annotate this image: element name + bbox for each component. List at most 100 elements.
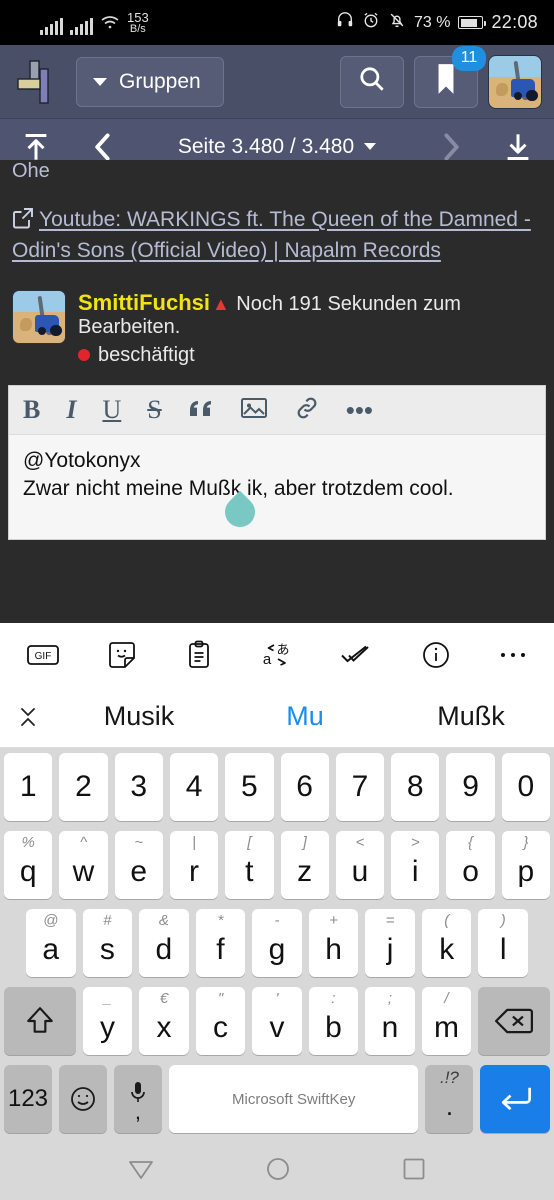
key-i-label: i [411, 855, 419, 888]
translate-icon[interactable]: a あ [260, 640, 292, 670]
space-key[interactable]: Microsoft SwiftKey [168, 1065, 419, 1133]
close-predictions-icon[interactable] [0, 704, 56, 730]
battery-icon [458, 16, 487, 29]
key-h-sub: + [329, 912, 338, 929]
search-button[interactable] [340, 55, 404, 108]
key-2[interactable]: 2 [59, 753, 108, 821]
clipboard-icon[interactable] [185, 640, 213, 670]
enter-key[interactable] [480, 1065, 551, 1133]
underline-button[interactable]: U [102, 396, 121, 423]
key-d[interactable]: & d [139, 909, 189, 977]
italic-button[interactable]: I [66, 396, 76, 423]
key-z[interactable]: ] z [280, 831, 329, 899]
key-5[interactable]: 5 [225, 753, 274, 821]
key-v[interactable]: ' v [252, 987, 302, 1055]
key-7[interactable]: 7 [335, 753, 385, 821]
key-r[interactable]: | r [169, 831, 219, 899]
key-w-label: w [72, 855, 95, 888]
key-s[interactable]: # s [82, 909, 133, 977]
numbers-key[interactable]: 123 [4, 1065, 52, 1133]
post-username[interactable]: SmittiFuchsi [78, 290, 210, 315]
key-g[interactable]: -g [252, 909, 302, 977]
presence-label: beschäftigt [98, 343, 195, 366]
key-i[interactable]: > i [391, 831, 440, 899]
svg-text:GIF: GIF [35, 651, 52, 662]
key-v-sub: ' [275, 990, 279, 1007]
key-b[interactable]: :b [308, 987, 359, 1055]
key-k[interactable]: (k [421, 909, 472, 977]
key-e-label: e [130, 855, 148, 888]
key-q[interactable]: % q [4, 831, 53, 899]
home-circle-icon[interactable] [265, 1156, 291, 1187]
key-j[interactable]: = j [365, 909, 415, 977]
key-4[interactable]: 4 [169, 753, 219, 821]
youtube-link[interactable]: Youtube: WARKINGS ft. The Queen of the D… [0, 178, 554, 276]
key-6[interactable]: 6 [280, 753, 329, 821]
key-t[interactable]: [t [225, 831, 274, 899]
key-l[interactable]: ) l [478, 909, 529, 977]
microphone-key[interactable]: , [113, 1065, 162, 1133]
key-w[interactable]: ^ w [59, 831, 108, 899]
thread-content: Ohe Youtube: WARKINGS ft. The Queen of t… [0, 160, 554, 540]
bookmark-icon [435, 63, 457, 100]
key-g-label: g [268, 933, 286, 966]
key-n-sub: ; [387, 990, 393, 1007]
back-triangle-icon[interactable] [127, 1156, 155, 1187]
key-c[interactable]: " c [195, 987, 246, 1055]
app-header: Gruppen 11 [0, 45, 554, 118]
headphones-icon [336, 11, 354, 34]
data-rate-unit: B/s [129, 22, 146, 35]
prev-page-button[interactable] [72, 132, 134, 162]
info-icon[interactable] [421, 640, 451, 670]
page-indicator[interactable]: Seite 3.480 / 3.480 [134, 135, 420, 159]
prediction-2[interactable]: Mußk [388, 701, 554, 732]
alarm-icon [362, 11, 380, 34]
key-n[interactable]: ; n [365, 987, 415, 1055]
spellcheck-icon[interactable] [339, 642, 373, 668]
quote-button[interactable] [188, 396, 214, 424]
key-8[interactable]: 8 [391, 753, 440, 821]
key-0[interactable]: 0 [501, 753, 550, 821]
scroll-to-bottom-button[interactable] [482, 132, 554, 162]
key-u[interactable]: < u [335, 831, 385, 899]
more-icon[interactable] [498, 649, 528, 661]
punctuation-key[interactable]: .!? . [425, 1065, 474, 1133]
key-e[interactable]: ~ e [114, 831, 163, 899]
more-format-button[interactable]: ••• [346, 397, 373, 423]
key-a[interactable]: @ a [25, 909, 76, 977]
key-z-sub: ] [302, 834, 307, 851]
shift-key[interactable] [3, 987, 76, 1055]
prediction-1[interactable]: Mu [222, 701, 388, 732]
post-avatar[interactable] [12, 289, 66, 344]
backspace-key[interactable] [478, 987, 551, 1055]
bold-button[interactable]: B [23, 396, 40, 423]
gif-icon[interactable]: GIF [26, 641, 60, 669]
key-y[interactable]: _ y [82, 987, 133, 1055]
key-p[interactable]: } p [501, 831, 550, 899]
link-button[interactable] [294, 396, 320, 424]
key-h[interactable]: + h [308, 909, 359, 977]
forum-logo-icon[interactable] [12, 57, 66, 107]
next-page-button[interactable] [420, 132, 482, 162]
reply-textarea[interactable]: @Yotokonyx Zwar nicht meine Mußk ik, abe… [9, 434, 545, 539]
key-f[interactable]: * f [195, 909, 246, 977]
groups-label: Gruppen [119, 69, 201, 93]
key-m[interactable]: / m [421, 987, 472, 1055]
key-o[interactable]: {o [446, 831, 495, 899]
key-9[interactable]: 9 [446, 753, 495, 821]
avatar[interactable] [488, 54, 542, 109]
image-button[interactable] [240, 396, 268, 424]
punctuation-sub: .!? [439, 1068, 459, 1087]
recents-square-icon[interactable] [401, 1156, 427, 1187]
key-x[interactable]: € x [139, 987, 189, 1055]
strikethrough-button[interactable]: S [147, 396, 161, 423]
groups-dropdown[interactable]: Gruppen [76, 56, 224, 107]
search-icon [357, 64, 387, 99]
emoji-key[interactable] [58, 1065, 107, 1133]
key-1[interactable]: 1 [4, 753, 53, 821]
prediction-0[interactable]: Musik [56, 701, 222, 732]
scroll-to-top-button[interactable] [0, 132, 72, 162]
sticker-icon[interactable] [107, 640, 137, 670]
key-3[interactable]: 3 [114, 753, 163, 821]
bookmarks-button[interactable]: 11 [414, 45, 486, 108]
